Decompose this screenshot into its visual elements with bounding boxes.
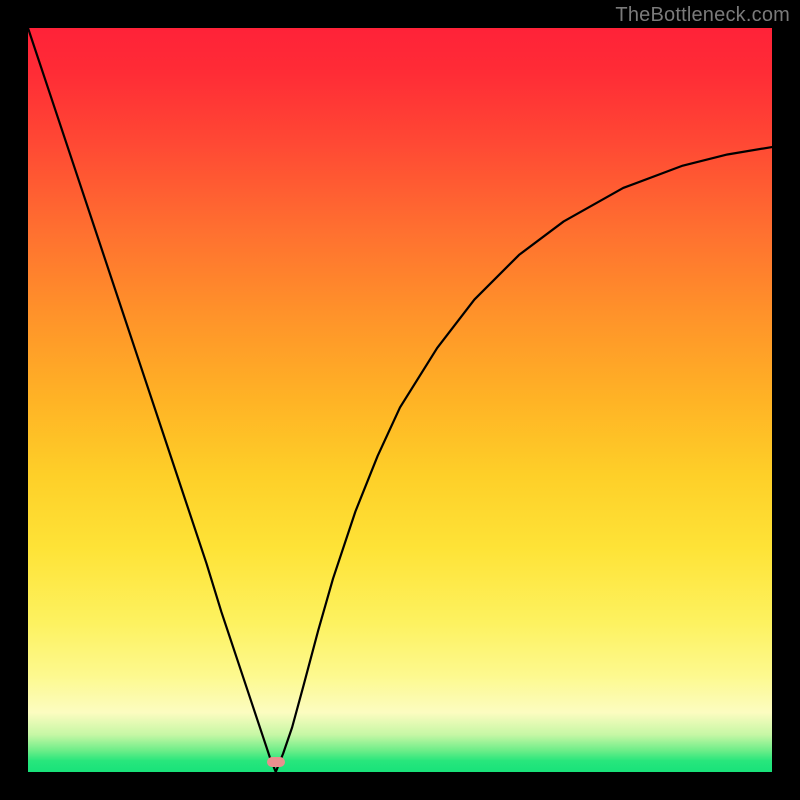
highlight-marker (267, 757, 285, 767)
chart-frame: TheBottleneck.com (0, 0, 800, 800)
watermark-text: TheBottleneck.com (615, 4, 790, 27)
curve-svg (28, 28, 772, 772)
plot-area (28, 28, 772, 772)
curve-path (28, 28, 772, 772)
